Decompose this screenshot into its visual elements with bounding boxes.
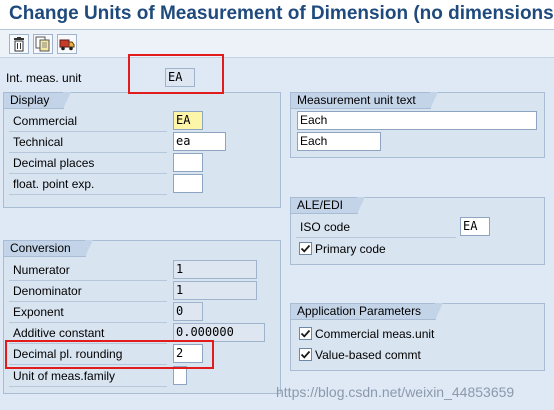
denominator-field: 1 [173,281,257,300]
unit-short-text-input[interactable]: Each [297,132,381,151]
commercial-unit-input[interactable]: EA [173,111,203,130]
float-point-exp-input[interactable] [173,174,203,193]
application-toolbar [0,30,554,58]
float-point-exp-label: float. point exp. [9,175,167,195]
primary-code-checkbox[interactable] [299,242,312,255]
highlight-decimal-rounding [5,340,214,369]
int-meas-unit-label: Int. meas. unit [6,71,82,85]
numerator-field: 1 [173,260,257,279]
commercial-meas-unit-checkbox[interactable] [299,327,312,340]
denominator-label: Denominator [9,282,167,302]
iso-code-input[interactable]: EA [460,217,490,236]
checkmark-icon [300,329,311,338]
copy-icon [35,36,50,52]
application-parameters-title: Application Parameters [290,303,444,320]
technical-unit-input[interactable]: ea [173,132,226,151]
conversion-title: Conversion [3,240,93,257]
unit-long-text-input[interactable]: Each [297,111,537,130]
display-group-title: Display [3,92,72,109]
value-based-commt-label: Value-based commt [315,348,421,362]
trash-icon [14,37,24,52]
checkmark-icon [300,350,311,359]
primary-code-label: Primary code [315,242,386,256]
commercial-meas-unit-label: Commercial meas.unit [315,327,435,341]
truck-icon [59,39,75,51]
decimal-places-label: Decimal places [9,154,167,174]
commercial-label: Commercial [9,112,167,132]
exponent-field: 0 [173,302,203,321]
iso-code-label: ISO code [296,218,456,238]
checkmark-icon [300,244,311,253]
transport-button[interactable] [57,34,77,54]
technical-label: Technical [9,133,167,153]
title-bar: Change Units of Measurement of Dimension… [0,0,554,30]
measurement-unit-text-title: Measurement unit text [290,92,438,109]
highlight-int-meas-unit [128,54,224,94]
delete-button[interactable] [9,34,29,54]
value-based-commt-checkbox[interactable] [299,348,312,361]
ale-edi-title: ALE/EDI [290,197,366,214]
exponent-label: Exponent [9,303,167,323]
decimal-places-input[interactable] [173,153,203,172]
numerator-label: Numerator [9,261,167,281]
copy-button[interactable] [33,34,53,54]
unit-family-label: Unit of meas.family [9,367,167,387]
page-title: Change Units of Measurement of Dimension… [9,3,554,24]
watermark: https://blog.csdn.net/weixin_44853659 [276,384,515,400]
